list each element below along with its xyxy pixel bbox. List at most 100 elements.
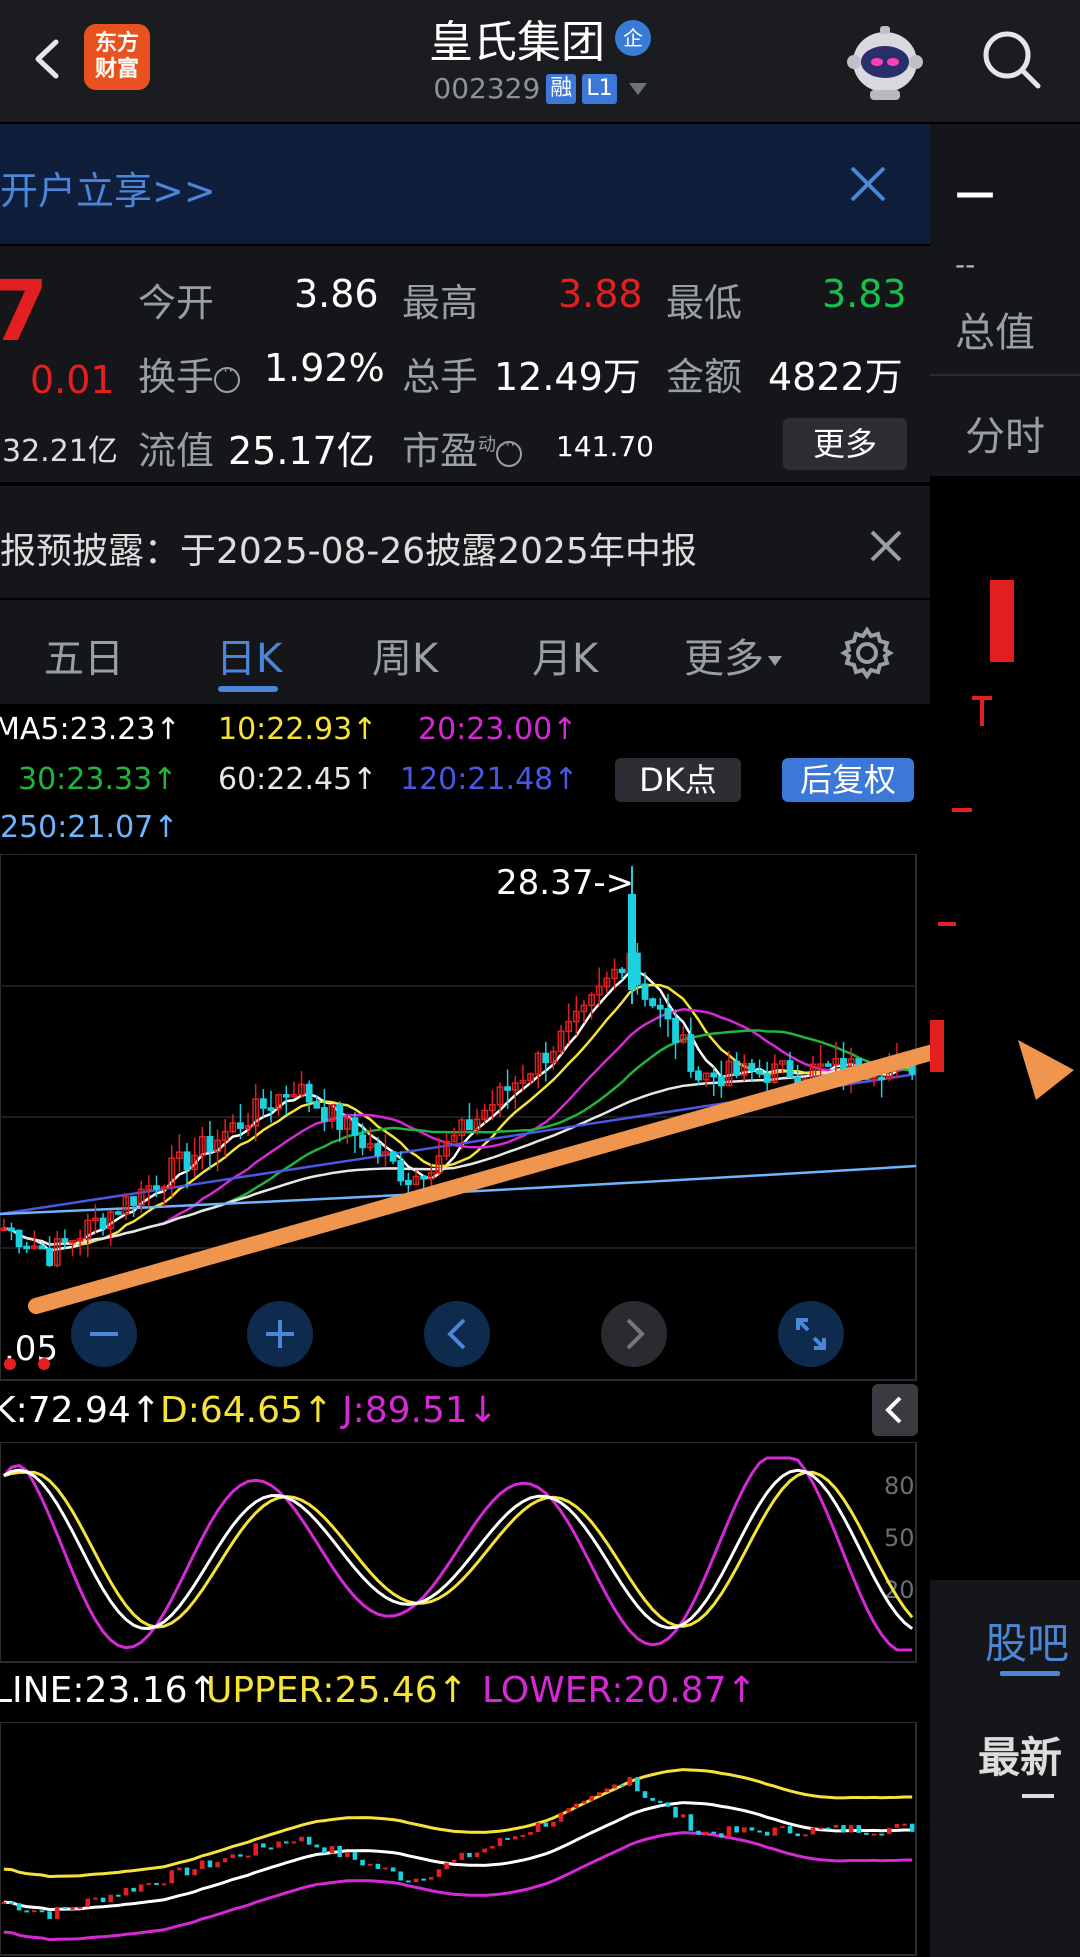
candle-body [267, 1107, 275, 1111]
boll-candle [497, 1837, 503, 1846]
boll-candle [772, 1827, 778, 1836]
kdj-d-value: D:64.65↑ [160, 1390, 334, 1431]
candle-body [717, 1075, 725, 1087]
boll-candle [635, 1777, 640, 1792]
candle-body [710, 1072, 718, 1078]
collapse-icon[interactable] [872, 1384, 918, 1436]
search-icon[interactable] [980, 28, 1042, 90]
boll-candle [512, 1836, 518, 1840]
candle-body [397, 1160, 405, 1182]
next-icon[interactable] [601, 1301, 667, 1367]
sort-latest[interactable]: 最新 [978, 1724, 1062, 1785]
arrow-head [1018, 1040, 1074, 1100]
boll-candle [337, 1846, 342, 1858]
candle-body [733, 1060, 741, 1076]
candle-body [23, 1245, 31, 1250]
boll-candle [711, 1831, 717, 1834]
last-price: 7 [0, 262, 49, 360]
info-icon[interactable] [496, 435, 523, 467]
prev-icon[interactable] [424, 1301, 490, 1367]
close-icon[interactable] [848, 164, 888, 204]
boll-candle [192, 1869, 197, 1876]
gear-icon[interactable] [840, 626, 894, 680]
boll-candle [108, 1894, 113, 1903]
zoom-out-icon[interactable] [71, 1301, 137, 1367]
chart-period-tabs [0, 600, 930, 704]
tab-monthly-k[interactable]: 月K [532, 626, 598, 684]
tab-weekly-k[interactable]: 周K [372, 626, 438, 684]
pe-value: 141.70 [556, 430, 654, 463]
boll-candle [543, 1822, 549, 1827]
candle-body [320, 1107, 328, 1122]
boll-candle [131, 1887, 136, 1892]
boll-candle [85, 1898, 91, 1907]
tab-five-day[interactable]: 五日 [44, 626, 124, 684]
boll-candle [421, 1878, 426, 1881]
boll-candle [77, 1906, 83, 1909]
stock-name: 皇氏集团 [429, 17, 605, 68]
candle-body [649, 998, 657, 1007]
candle-body [374, 1143, 382, 1157]
zoom-in-icon[interactable] [247, 1301, 313, 1367]
dk-point-button[interactable]: DK点 [615, 758, 741, 802]
sort-underline [1022, 1794, 1054, 1798]
boll-candle [490, 1845, 495, 1849]
boll-candle [505, 1837, 510, 1840]
candle-body [153, 1185, 160, 1190]
info-icon[interactable] [214, 361, 241, 393]
boll-candle [70, 1907, 75, 1910]
close-icon[interactable] [868, 528, 904, 564]
boll-candle [795, 1833, 800, 1837]
notice-text[interactable]: 报预披露：于2025-08-26披露2025年中报 [0, 522, 697, 574]
boll-candle [680, 1814, 686, 1818]
tab-daily-k[interactable]: 日K [216, 626, 282, 684]
robot-avatar-icon[interactable] [840, 18, 930, 102]
candle-body [313, 1100, 321, 1109]
boll-candle [123, 1887, 129, 1896]
candle-body [8, 1227, 15, 1232]
boll-candle [238, 1854, 243, 1857]
kdj-j-value: J:89.51↓ [342, 1390, 498, 1431]
boll-candle [581, 1800, 587, 1804]
candlestick-chart[interactable]: 28.37-> .05 [0, 854, 930, 1382]
candle-body [282, 1094, 290, 1098]
candle-body [695, 1070, 702, 1081]
candle-body [786, 1060, 794, 1078]
candle-body [542, 1052, 550, 1064]
candle-body [114, 1211, 122, 1215]
right-total-label: 总值 [955, 310, 1035, 356]
ma10-value: 10:22.93↑ [218, 712, 378, 747]
tab-more[interactable]: 更多 [684, 626, 782, 684]
boll-candle [253, 1843, 259, 1856]
boll-candle [413, 1878, 419, 1883]
boll-candle [345, 1852, 350, 1858]
boll-candle [818, 1827, 823, 1830]
amount-value: 4822万 [768, 355, 903, 399]
boll-candle [390, 1867, 396, 1872]
boll-candle [154, 1882, 159, 1885]
volume-label: 总手 [402, 355, 479, 399]
boll-candle [146, 1882, 152, 1885]
boll-candle [657, 1800, 663, 1803]
boll-candle [551, 1821, 556, 1827]
more-button[interactable]: 更多 [783, 418, 907, 470]
low-marker-dot [4, 1358, 16, 1370]
fullscreen-icon[interactable] [778, 1301, 844, 1367]
boll-candle [833, 1825, 839, 1828]
candle-body [259, 1098, 267, 1109]
chevron-down-icon [768, 656, 782, 666]
boll-candle [604, 1788, 610, 1793]
tab-more-label: 更多 [684, 636, 764, 682]
boll-candle [199, 1860, 205, 1870]
candle-body [656, 1004, 664, 1010]
adjustment-button[interactable]: 后复权 [782, 758, 914, 802]
promo-banner-text[interactable]: 开户立享>> [0, 160, 216, 215]
boll-candle [177, 1867, 182, 1871]
tab-guba-label[interactable]: 股吧 [985, 1610, 1069, 1671]
pe-label: 市盈动 [402, 420, 523, 475]
tab-intraday-label[interactable]: 分时 [965, 404, 1045, 462]
boll-candle [535, 1822, 541, 1833]
chevron-down-icon[interactable] [628, 82, 647, 95]
boll-candle [215, 1862, 220, 1868]
promo-banner[interactable]: 开户立享>> [0, 124, 930, 244]
